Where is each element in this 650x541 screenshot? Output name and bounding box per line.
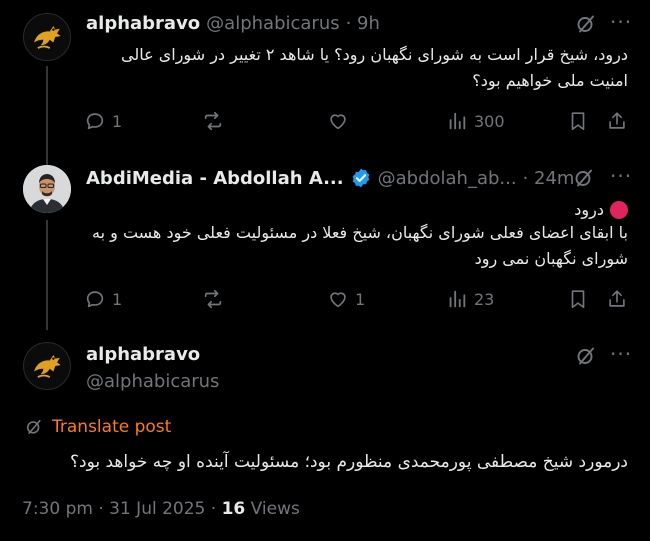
reply-count: 1: [112, 289, 123, 309]
views-button[interactable]: 300: [446, 110, 505, 132]
eagle-logo-icon: [25, 15, 69, 59]
bookmark-button[interactable]: [567, 110, 589, 132]
retweet-button[interactable]: [202, 110, 224, 132]
more-icon[interactable]: ···: [610, 342, 632, 366]
tweet-header: alphabravo @alphabicarus · 9h: [86, 13, 380, 34]
reply-button[interactable]: 1: [84, 110, 122, 132]
handle[interactable]: @alphabicarus: [206, 13, 339, 34]
avatar[interactable]: [23, 13, 71, 61]
grok-icon[interactable]: [574, 344, 598, 368]
eagle-logo-icon: [25, 344, 69, 388]
translate-icon: [26, 419, 41, 435]
views-icon: [446, 110, 468, 132]
views-count: 16: [221, 499, 246, 519]
like-icon: [327, 110, 349, 132]
tweet-header: AbdiMedia - Abdollah A... @abdolah_ab...…: [86, 167, 574, 189]
main-tweet-text: درمورد شیخ مصطفی پورمحمدی منظورم بود؛ مس…: [69, 452, 628, 472]
verified-icon: [352, 168, 369, 188]
views-label: Views: [245, 499, 300, 519]
translate-label: Translate post: [52, 417, 172, 437]
share-icon: [606, 110, 628, 132]
handle[interactable]: @abdolah_ab...: [378, 168, 517, 189]
bookmark-icon: [567, 110, 589, 132]
handle[interactable]: @alphabicarus: [86, 371, 219, 392]
more-icon[interactable]: ···: [610, 164, 632, 188]
reply-icon: [84, 110, 106, 132]
retweet-button[interactable]: [202, 288, 224, 310]
share-button[interactable]: [606, 110, 628, 132]
display-name-text: alphabravo: [86, 344, 201, 365]
views-icon: [446, 288, 468, 310]
views-count: 23: [474, 289, 495, 309]
grok-icon[interactable]: [574, 12, 598, 36]
like-count: 1: [355, 289, 366, 309]
like-button[interactable]: [327, 110, 349, 132]
tweet-text: با ابقای اعضای فعلی شورای نگهبان، شیخ فع…: [92, 223, 628, 268]
tweet-meta: 7:30 pm · 31 Jul 2025 · 16 Views: [22, 499, 300, 519]
display-name[interactable]: alphabravo: [86, 344, 200, 365]
reply-button[interactable]: 1: [84, 288, 122, 310]
views-count: 300: [474, 111, 505, 131]
avatar[interactable]: [23, 165, 71, 213]
like-icon: [327, 288, 349, 310]
grok-icon[interactable]: [572, 166, 596, 190]
red-dot-icon: [610, 201, 628, 219]
thread-line: [46, 66, 48, 172]
post-timestamp[interactable]: 7:30 pm · 31 Jul 2025 ·: [22, 499, 222, 519]
tweet-text: درود، شیخ قرار است به شورای نگهبان رود؟ …: [121, 45, 628, 90]
person-photo-icon: [23, 165, 71, 213]
retweet-icon: [202, 288, 224, 310]
reply-icon: [84, 288, 106, 310]
display-name[interactable]: AbdiMedia - Abdollah A...: [86, 168, 344, 189]
bookmark-icon: [567, 288, 589, 310]
like-button[interactable]: 1: [327, 288, 365, 310]
share-icon: [606, 288, 628, 310]
translate-post-link[interactable]: Translate post: [24, 417, 171, 437]
timestamp[interactable]: · 9h: [346, 13, 380, 34]
bookmark-button[interactable]: [567, 288, 589, 310]
timestamp[interactable]: · 24m: [523, 168, 575, 189]
views-button[interactable]: 23: [446, 288, 494, 310]
share-button[interactable]: [606, 288, 628, 310]
avatar[interactable]: [23, 342, 71, 390]
more-icon[interactable]: ···: [610, 10, 632, 34]
retweet-icon: [202, 110, 224, 132]
reply-count: 1: [112, 111, 123, 131]
thread-line: [46, 220, 48, 330]
display-name[interactable]: alphabravo: [86, 13, 200, 34]
